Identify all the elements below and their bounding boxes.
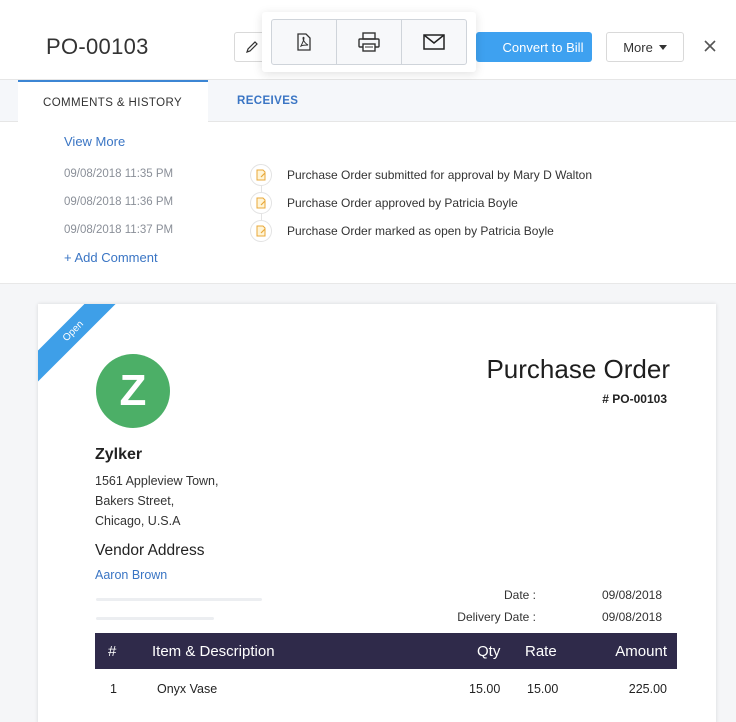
print-icon	[358, 32, 380, 52]
document-title: Purchase Order	[486, 354, 670, 384]
date-value: 09/08/2018	[601, 588, 662, 602]
delivery-date-value: 09/08/2018	[601, 610, 662, 624]
mail-icon	[423, 34, 445, 50]
history-entry: 09/08/2018 11:36 PM Purchase Order appro…	[0, 192, 736, 214]
header-bar: PO-00103 Convert to Bill More	[0, 0, 736, 80]
view-more-link[interactable]: View More	[64, 134, 125, 149]
vendor-address-label: Vendor Address	[95, 542, 205, 559]
row-qty: 15.00	[469, 682, 501, 696]
tab-bar: COMMENTS & HISTORY RECEIVES	[0, 80, 736, 123]
company-address-line: Bakers Street,	[95, 494, 175, 508]
export-button-group	[271, 19, 467, 65]
vendor-address-placeholder	[96, 617, 214, 620]
col-rate: Rate	[525, 642, 557, 660]
history-entry: 09/08/2018 11:37 PM Purchase Order marke…	[0, 220, 736, 242]
more-button[interactable]: More	[606, 32, 684, 62]
table-row: 1 Onyx Vase 15.00 15.00 225.00	[95, 671, 677, 707]
pencil-icon	[246, 41, 258, 53]
date-label: Date :	[503, 588, 536, 602]
delivery-date-label: Delivery Date :	[457, 610, 536, 624]
history-text: Purchase Order approved by Patricia Boyl…	[287, 196, 518, 210]
history-time: 09/08/2018 11:37 PM	[64, 224, 174, 236]
history-entry: 09/08/2018 11:35 PM Purchase Order submi…	[0, 164, 736, 186]
row-rate: 15.00	[527, 682, 559, 696]
history-text: Purchase Order submitted for approval by…	[287, 168, 593, 182]
history-time: 09/08/2018 11:35 PM	[64, 168, 174, 180]
col-number: #	[108, 642, 117, 660]
document-preview-area: Open Z Zylker 1561 Appleview Town, Baker…	[0, 284, 736, 722]
caret-down-icon	[658, 44, 667, 50]
tab-comments-history[interactable]: COMMENTS & HISTORY	[18, 80, 208, 123]
document-number: # PO-00103	[602, 392, 667, 406]
items-table-header: # Item & Description Qty Rate Amount	[95, 633, 677, 669]
print-button[interactable]	[337, 20, 402, 64]
history-panel: View More 09/08/2018 11:35 PM Purchase O…	[0, 122, 736, 284]
close-icon	[704, 40, 716, 52]
email-button[interactable]	[402, 20, 466, 64]
col-amount: Amount	[615, 642, 667, 660]
note-icon	[250, 164, 272, 186]
history-time: 09/08/2018 11:36 PM	[64, 196, 174, 208]
company-address-line: 1561 Appleview Town,	[95, 474, 219, 488]
pdf-icon	[297, 33, 311, 51]
row-number: 1	[110, 682, 117, 696]
note-icon	[250, 220, 272, 242]
history-text: Purchase Order marked as open by Patrici…	[287, 224, 554, 238]
vendor-name-link[interactable]: Aaron Brown	[95, 568, 167, 582]
row-amount: 225.00	[628, 682, 667, 696]
export-toolbar	[262, 12, 476, 72]
vendor-address-placeholder	[96, 598, 262, 601]
company-address-line: Chicago, U.S.A	[95, 514, 181, 528]
company-logo: Z	[96, 354, 170, 428]
add-comment-link[interactable]: + Add Comment	[64, 250, 158, 265]
row-item: Onyx Vase	[157, 682, 218, 696]
page-title: PO-00103	[46, 34, 149, 59]
purchase-order-document: Open Z Zylker 1561 Appleview Town, Baker…	[38, 304, 716, 722]
note-icon	[250, 192, 272, 214]
pdf-button[interactable]	[272, 20, 337, 64]
col-item-description: Item & Description	[152, 642, 275, 660]
convert-to-bill-button[interactable]: Convert to Bill	[476, 32, 592, 62]
company-name: Zylker	[95, 446, 143, 463]
close-button[interactable]	[700, 36, 720, 56]
more-label: More	[623, 39, 653, 55]
col-qty: Qty	[477, 642, 501, 660]
tab-receives[interactable]: RECEIVES	[237, 80, 298, 122]
